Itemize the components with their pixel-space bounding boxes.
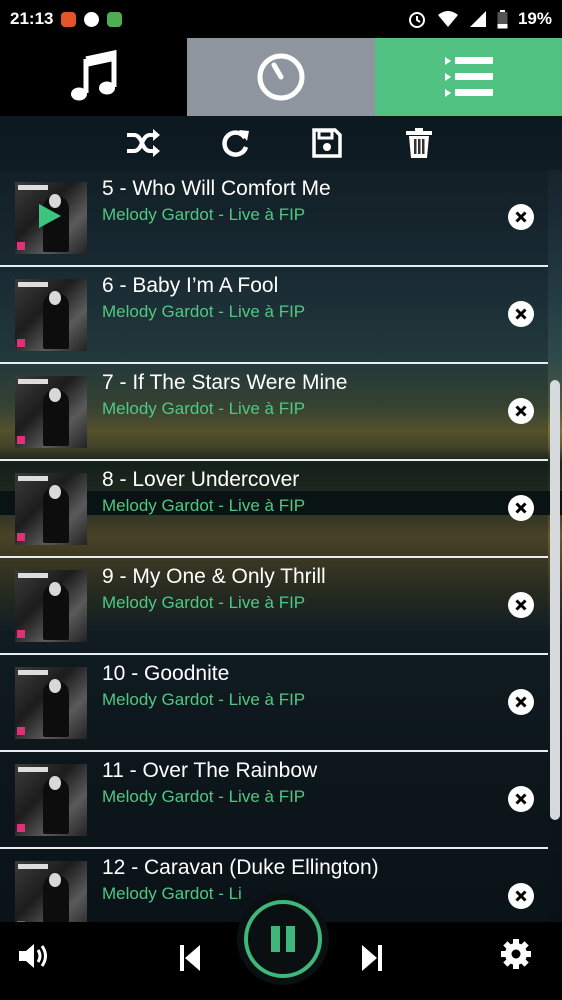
- signal-icon: [469, 11, 486, 27]
- shuffle-icon: [127, 129, 160, 157]
- tab-sleep-timer[interactable]: [187, 38, 375, 116]
- remove-track-button[interactable]: [508, 592, 534, 618]
- android-notification-icon: [107, 11, 123, 27]
- remove-track-button[interactable]: [508, 883, 534, 909]
- play-pause-button[interactable]: [237, 893, 329, 985]
- pause-icon: [271, 926, 295, 952]
- track-subtitle: Melody Gardot - Live à FIP: [102, 787, 306, 806]
- album-art: [15, 279, 87, 351]
- volume-icon: [19, 944, 47, 968]
- track-title: 6 - Baby I’m A Fool: [102, 274, 279, 297]
- track-title: 12 - Caravan (Duke Ellington): [102, 856, 379, 879]
- track-subtitle: Melody Gardot - Live à FIP: [102, 496, 306, 515]
- remove-track-button[interactable]: [508, 786, 534, 812]
- now-playing-icon: [39, 204, 61, 228]
- battery-icon: [497, 9, 508, 28]
- next-icon: [362, 945, 382, 971]
- track-title: 5 - Who Will Comfort Me: [102, 177, 331, 200]
- remove-track-button[interactable]: [508, 689, 534, 715]
- close-icon: [515, 890, 527, 902]
- queue-item[interactable]: 5 - Who Will Comfort Me Melody Gardot - …: [0, 170, 548, 267]
- shuffle-button[interactable]: [120, 120, 166, 166]
- timer-icon: [257, 53, 305, 101]
- repeat-icon: [222, 130, 249, 157]
- queue-item[interactable]: 7 - If The Stars Were Mine Melody Gardot…: [0, 364, 548, 461]
- track-title: 7 - If The Stars Were Mine: [102, 371, 348, 394]
- album-art: [15, 182, 87, 254]
- album-art: [15, 667, 87, 739]
- queue-list: 5 - Who Will Comfort Me Melody Gardot - …: [0, 170, 548, 946]
- alarm-icon: [408, 12, 425, 28]
- album-art: [15, 376, 87, 448]
- queue-item[interactable]: 9 - My One & Only Thrill Melody Gardot -…: [0, 558, 548, 655]
- album-art: [15, 473, 87, 545]
- wifi-icon: [437, 11, 458, 27]
- previous-button[interactable]: [168, 936, 212, 980]
- remove-track-button[interactable]: [508, 301, 534, 327]
- settings-button[interactable]: [496, 934, 536, 974]
- album-art: [15, 570, 87, 642]
- tab-now-playing[interactable]: [0, 38, 187, 116]
- track-title: 9 - My One & Only Thrill: [102, 565, 326, 588]
- close-icon: [515, 696, 527, 708]
- battery-percent: 19%: [517, 9, 552, 28]
- queue-item[interactable]: 10 - Goodnite Melody Gardot - Live à FIP: [0, 655, 548, 752]
- close-icon: [515, 405, 527, 417]
- close-icon: [515, 211, 527, 223]
- save-button[interactable]: [304, 120, 350, 166]
- tab-queue[interactable]: [375, 38, 562, 116]
- remove-track-button[interactable]: [508, 398, 534, 424]
- track-subtitle: Melody Gardot - Live à FIP: [102, 690, 306, 709]
- tab-bar: [0, 38, 562, 116]
- track-subtitle: Melody Gardot - Live à FIP: [102, 205, 306, 224]
- volume-button[interactable]: [14, 936, 54, 976]
- album-art: [15, 764, 87, 836]
- close-icon: [515, 793, 527, 805]
- notification-app-icon: [61, 11, 77, 27]
- status-time: 21:13: [10, 9, 54, 28]
- track-subtitle: Melody Gardot - Live à FIP: [102, 593, 306, 612]
- track-subtitle: Melody Gardot - Li: [102, 884, 242, 903]
- close-icon: [515, 502, 527, 514]
- queue-item[interactable]: 11 - Over The Rainbow Melody Gardot - Li…: [0, 752, 548, 849]
- queue-item[interactable]: 8 - Lover Undercover Melody Gardot - Liv…: [0, 461, 548, 558]
- track-subtitle: Melody Gardot - Live à FIP: [102, 399, 306, 418]
- remove-track-button[interactable]: [508, 204, 534, 230]
- save-icon: [312, 128, 342, 158]
- previous-icon: [180, 945, 200, 971]
- track-subtitle: Melody Gardot - Live à FIP: [102, 302, 306, 321]
- close-icon: [515, 599, 527, 611]
- status-bar: 21:13 19%: [0, 0, 562, 38]
- queue-item[interactable]: 6 - Baby I’m A Fool Melody Gardot - Live…: [0, 267, 548, 364]
- close-icon: [515, 308, 527, 320]
- play-pause-ring: [244, 900, 322, 978]
- track-title: 11 - Over The Rainbow: [102, 759, 318, 782]
- track-title: 8 - Lover Undercover: [102, 468, 300, 491]
- remove-track-button[interactable]: [508, 495, 534, 521]
- repeat-button[interactable]: [212, 120, 258, 166]
- queue-list-icon: [444, 57, 493, 97]
- scrollbar-thumb[interactable]: [550, 380, 560, 820]
- settings-icon: [501, 939, 531, 969]
- trash-icon: [406, 128, 432, 158]
- track-title: 10 - Goodnite: [102, 662, 230, 685]
- queue-toolbar: [0, 116, 562, 170]
- clear-queue-button[interactable]: [396, 120, 442, 166]
- notification-app-icon: [84, 11, 100, 27]
- next-button[interactable]: [350, 936, 394, 980]
- music-note-icon: [70, 49, 116, 101]
